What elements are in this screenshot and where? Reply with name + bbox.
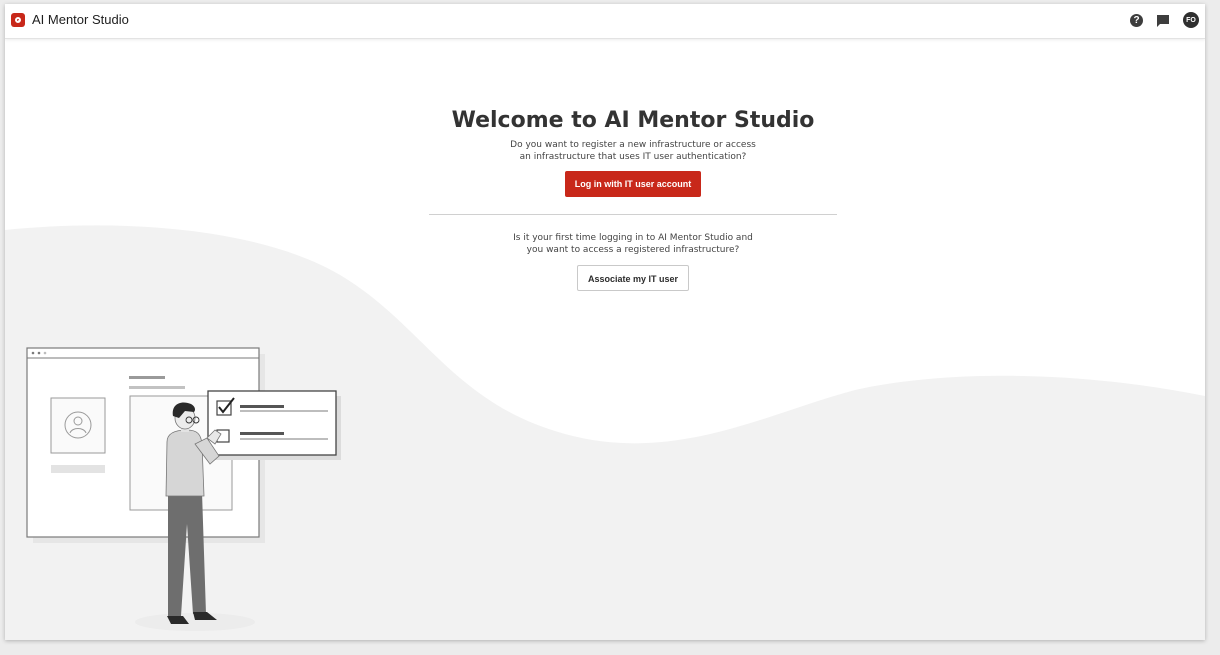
user-avatar[interactable]: FO xyxy=(1183,12,1199,28)
associate-it-user-button[interactable]: Associate my IT user xyxy=(576,265,690,291)
person-checklist-illustration xyxy=(26,347,341,631)
welcome-subtitle-line1: Do you want to register a new infrastruc… xyxy=(510,140,756,150)
welcome-panel: Welcome to AI Mentor Studio Do you want … xyxy=(405,108,861,291)
app-logo-icon xyxy=(11,12,25,27)
app-title: AI Mentor Studio xyxy=(32,12,129,27)
welcome-subtitle-line2: an infrastructure that uses IT user auth… xyxy=(519,152,747,162)
chat-icon[interactable] xyxy=(1156,14,1170,27)
login-it-user-button[interactable]: Log in with IT user account xyxy=(564,171,702,197)
first-time-line2: you want to access a registered infrastr… xyxy=(526,245,740,255)
top-bar: AI Mentor Studio ? FO xyxy=(5,4,1205,39)
brand[interactable]: AI Mentor Studio xyxy=(11,12,129,27)
page-title: Welcome to AI Mentor Studio xyxy=(451,108,815,133)
welcome-subtitle: Do you want to register a new infrastruc… xyxy=(405,139,861,163)
app-window: AI Mentor Studio ? FO Welcome to AI Ment… xyxy=(5,4,1205,640)
first-time-line1: Is it your first time logging in to AI M… xyxy=(513,233,753,243)
top-actions: ? FO xyxy=(1130,12,1199,28)
help-icon[interactable]: ? xyxy=(1130,13,1143,27)
first-time-text: Is it your first time logging in to AI M… xyxy=(405,232,861,256)
divider xyxy=(429,214,837,215)
